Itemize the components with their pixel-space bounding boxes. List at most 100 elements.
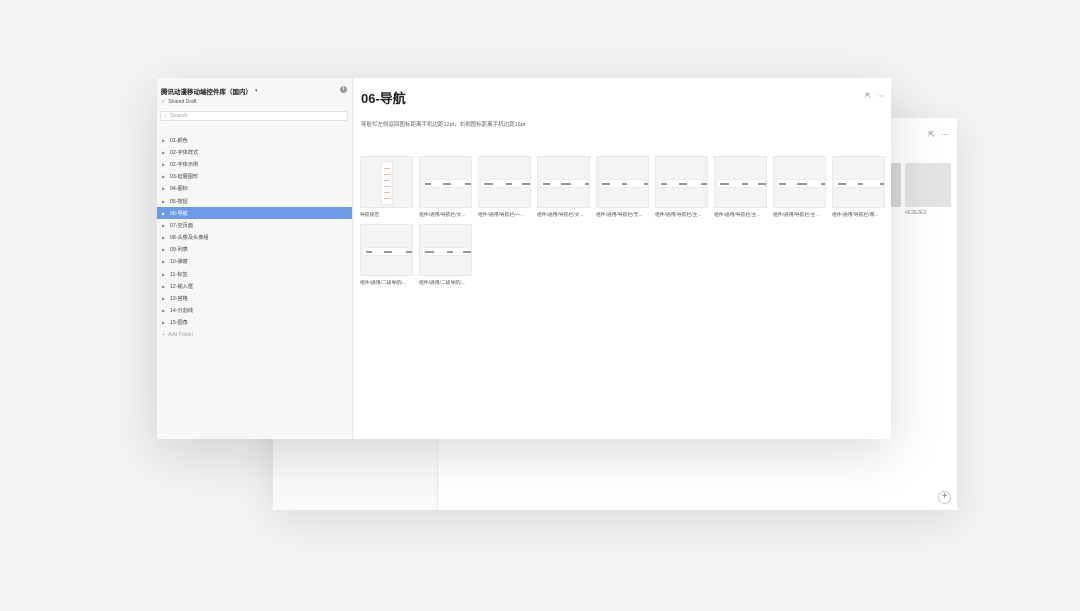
artboard-label: 组件/通用/导航栏/文... <box>537 213 584 218</box>
artboard-label: 导航规范 <box>360 213 380 218</box>
artboard-card[interactable]: 组件/通用/导航栏/主... <box>714 156 767 218</box>
sidebar-folder-label: 11-标签 <box>170 271 188 278</box>
main-content: 06-导航 ⇱ ⋯ 导航栏左侧返回图标距离手机边距12pt，右侧图标距离手机边距… <box>353 78 891 439</box>
project-title-text: 腾讯动漫移动端控件库（国内） <box>161 89 252 96</box>
sidebar-folder-label: 02-字体样式 <box>170 149 199 156</box>
sidebar-folder[interactable]: ▶ 14-分割线 <box>157 305 352 317</box>
artboard-thumbnail[interactable] <box>419 224 472 276</box>
sidebar-folder-label: 10-弹窗 <box>170 259 188 266</box>
artboard-card[interactable]: 组件/通用/导航栏/两... <box>832 156 885 218</box>
main-toolbar: ⇱ ⋯ <box>865 92 884 100</box>
artboard-card[interactable]: 组件/通用/导航栏/一... <box>478 156 531 218</box>
artboard-card[interactable]: 组件/通用/二级导航/... <box>360 224 413 286</box>
artboard-label: 组件/通用/导航栏/主... <box>773 213 820 218</box>
artboard-card[interactable]: 组件/通用/导航栏/主... <box>773 156 826 218</box>
sidebar-folder[interactable]: ▶ 07-空页面 <box>157 219 352 231</box>
artboard-card[interactable]: 组件/通用/导航栏/主... <box>655 156 708 218</box>
caret-right-icon[interactable]: ▶ <box>162 247 166 252</box>
artboard-thumbnail[interactable] <box>419 156 472 208</box>
artboard-label: 组件/通用/二级导航/... <box>360 281 407 286</box>
sidebar-folder-label: 06-导航 <box>170 210 188 217</box>
sidebar-folder-label: 15-圆角 <box>170 320 188 327</box>
sidebar-folder[interactable]: ▶ 08-头像及头像组 <box>157 232 352 244</box>
search-box[interactable]: ○ <box>160 111 348 121</box>
sidebar-folder[interactable]: ▶ 11-标签 <box>157 268 352 280</box>
artboard-card[interactable]: 导航规范 <box>360 156 413 218</box>
artboard-thumbnail[interactable] <box>655 156 708 208</box>
caret-right-icon[interactable]: ▶ <box>162 235 166 240</box>
plus-icon: + <box>162 332 166 338</box>
caret-right-icon[interactable]: ▶ <box>162 199 166 204</box>
caret-right-icon[interactable]: ▶ <box>162 320 166 325</box>
sidebar-folder[interactable]: ▶ 05-按钮 <box>157 195 352 207</box>
caret-right-icon[interactable]: ▶ <box>162 162 166 167</box>
artboard-label: 组件/通用/导航栏/主... <box>655 213 702 218</box>
artboard-label: 组件/通用/导航栏/一... <box>478 213 525 218</box>
sidebar-folder[interactable]: ▶ 04-图标 <box>157 183 352 195</box>
artboard-label: 组件/通用/导航栏/主... <box>714 213 761 218</box>
shared-status: ✓ Shared Draft <box>161 99 348 105</box>
background-toolbar: ⇱ ⋯ <box>928 130 949 139</box>
front-window: 腾讯动漫移动端控件库（国内） ▾ i ✓ Shared Draft ○ ▶ 01-… <box>157 78 891 439</box>
caret-right-icon[interactable]: ▶ <box>162 211 166 216</box>
artboard-thumbnail[interactable] <box>832 156 885 208</box>
sidebar-folder[interactable]: ▶ 02-字体示例 <box>157 158 352 170</box>
caret-right-icon[interactable]: ▶ <box>162 272 166 277</box>
artboard-thumbnail[interactable] <box>478 156 531 208</box>
sidebar-folder[interactable]: ▶ 13-宫格 <box>157 292 352 304</box>
sidebar-folder[interactable]: ▶ 12-输入框 <box>157 280 352 292</box>
artboard-label: 组件/通用/导航栏/文... <box>419 213 466 218</box>
sidebar-folder-label: 07-空页面 <box>170 222 194 229</box>
artboard-thumbnail[interactable] <box>360 156 413 208</box>
artboard-card[interactable]: 组件/通用/二级导航/... <box>419 224 472 286</box>
artboard-card[interactable]: 组件/通用/导航栏/文... <box>419 156 472 218</box>
background-thumb[interactable] <box>891 163 901 207</box>
background-thumb[interactable] <box>905 163 951 207</box>
sidebar-folder-label: 02-字体示例 <box>170 161 199 168</box>
artboard-grid: 导航规范 组件/通用/导航栏/文... 组件/通用/导航栏/一... 组件/通用/导航… <box>360 156 890 286</box>
background-thumb-label: #E2E2E2 <box>905 210 927 216</box>
caret-right-icon[interactable]: ▶ <box>162 259 166 264</box>
add-folder-button[interactable]: + Add Folder <box>157 329 352 341</box>
artboard-label: 组件/通用/导航栏/两... <box>832 213 879 218</box>
caret-right-icon[interactable]: ▶ <box>162 174 166 179</box>
sidebar-folder-label: 12-输入框 <box>170 283 194 290</box>
caret-right-icon[interactable]: ▶ <box>162 296 166 301</box>
project-title[interactable]: 腾讯动漫移动端控件库（国内） ▾ <box>161 86 348 96</box>
sidebar-folder[interactable]: ▶ 02-字体样式 <box>157 146 352 158</box>
add-folder-label: Add Folder <box>168 332 194 338</box>
caret-right-icon[interactable]: ▶ <box>162 223 166 228</box>
sidebar-folder[interactable]: ▶ 03-延展图形 <box>157 171 352 183</box>
caret-right-icon[interactable]: ▶ <box>162 308 166 313</box>
artboard-thumbnail[interactable] <box>714 156 767 208</box>
caret-right-icon[interactable]: ▶ <box>162 138 166 143</box>
sidebar-folder[interactable]: ▶ 09-列表 <box>157 244 352 256</box>
search-input[interactable] <box>170 113 341 119</box>
artboard-thumbnail[interactable] <box>360 224 413 276</box>
share-icon[interactable]: ⇱ <box>928 130 935 139</box>
caret-right-icon[interactable]: ▶ <box>162 150 166 155</box>
caret-right-icon[interactable]: ▶ <box>162 186 166 191</box>
sidebar-folder[interactable]: ▶ 15-圆角 <box>157 317 352 329</box>
more-icon[interactable]: ⋯ <box>877 92 884 100</box>
search-icon: ○ <box>164 113 168 119</box>
sidebar-folder[interactable]: ▶ 01-颜色 <box>157 134 352 146</box>
share-icon[interactable]: ⇱ <box>865 92 871 100</box>
shared-status-text: Shared Draft <box>168 99 197 105</box>
artboard-thumbnail[interactable] <box>596 156 649 208</box>
chevron-down-icon: ▾ <box>255 88 258 94</box>
more-icon[interactable]: ⋯ <box>941 130 949 139</box>
artboard-thumbnail[interactable] <box>537 156 590 208</box>
sidebar-folder-label: 04-图标 <box>170 186 188 193</box>
caret-right-icon[interactable]: ▶ <box>162 284 166 289</box>
artboard-card[interactable]: 组件/通用/导航栏/无... <box>596 156 649 218</box>
info-icon[interactable]: i <box>340 86 347 93</box>
sidebar-folder-label: 09-列表 <box>170 247 188 254</box>
page-description: 导航栏左侧返回图标距离手机边距12pt，右侧图标距离手机边距16pt <box>361 122 526 128</box>
sidebar-folder[interactable]: ▶ 06-导航 <box>157 207 352 220</box>
artboard-thumbnail[interactable] <box>773 156 826 208</box>
sidebar-folder[interactable]: ▶ 10-弹窗 <box>157 256 352 268</box>
artboard-card[interactable]: 组件/通用/导航栏/文... <box>537 156 590 218</box>
add-icon[interactable]: + <box>938 491 951 504</box>
sidebar-folder-label: 08-头像及头像组 <box>170 235 209 242</box>
